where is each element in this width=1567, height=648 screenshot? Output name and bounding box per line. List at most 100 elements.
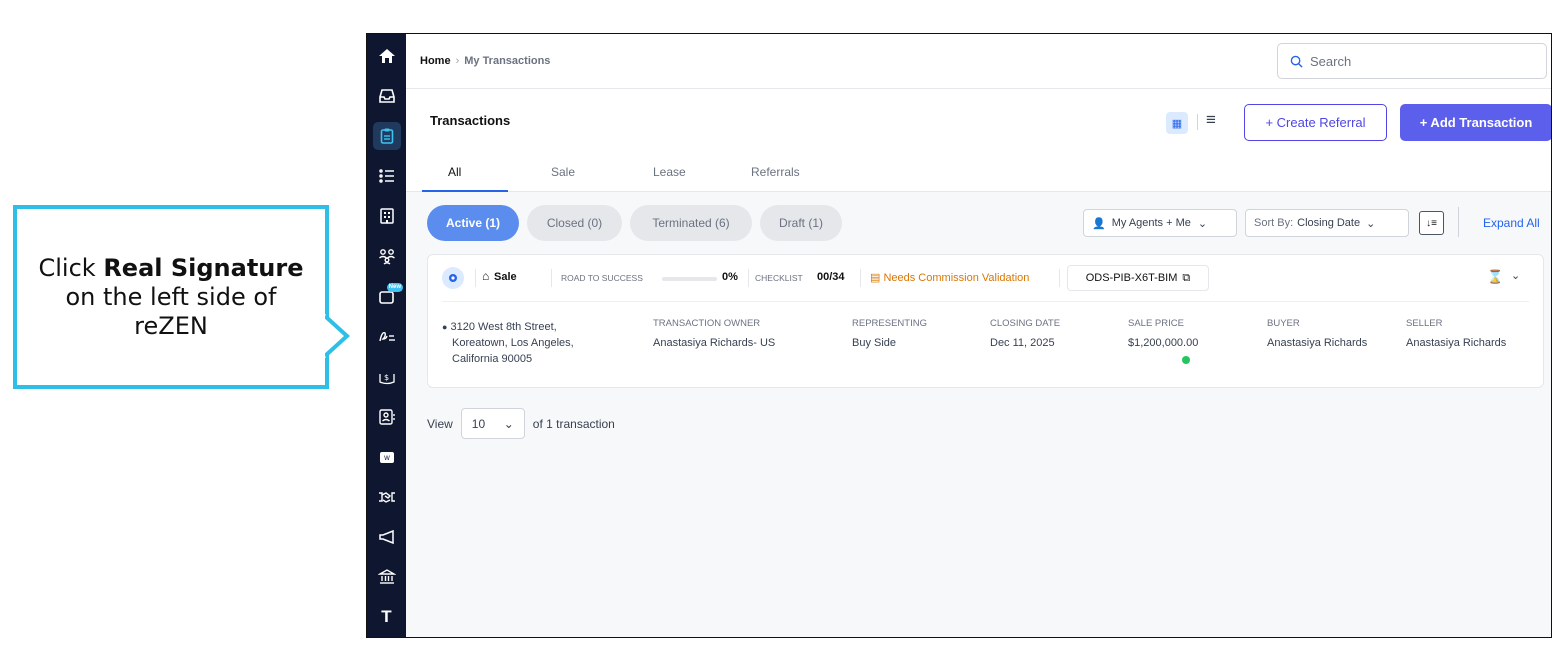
list-icon xyxy=(378,169,394,183)
callout-pre: Click xyxy=(38,253,104,282)
sidebar-item-offices[interactable] xyxy=(367,196,406,236)
sidebar-item-listings[interactable] xyxy=(367,156,406,196)
add-transaction-button[interactable]: + Add Transaction xyxy=(1400,104,1551,141)
sidebar-item-home[interactable] xyxy=(367,36,406,76)
callout-arrow-icon xyxy=(325,314,350,358)
representing-label: REPRESENTING xyxy=(852,318,927,329)
filter-divider xyxy=(1458,207,1459,237)
breadcrumb-current: My Transactions xyxy=(464,55,551,67)
header-divider xyxy=(551,269,552,287)
pagination: View 10 ⌄ of 1 transaction xyxy=(427,407,615,440)
header-row: Transactions ▦ ≡ + Create Referral + Add… xyxy=(406,104,1551,142)
signature-icon xyxy=(378,332,395,342)
sidebar: New $ W T xyxy=(367,34,406,637)
pill-closed[interactable]: Closed (0) xyxy=(527,205,622,241)
road-to-success-pct: 0% xyxy=(722,271,738,283)
road-to-success-bar xyxy=(662,277,717,281)
sidebar-item-deals[interactable] xyxy=(367,477,406,517)
sidebar-item-real-signature[interactable] xyxy=(367,316,406,356)
chevron-down-icon: ⌄ xyxy=(503,416,514,431)
chevron-down-icon: ⌄ xyxy=(1197,217,1208,230)
agents-filter-label: My Agents + Me xyxy=(1111,217,1191,229)
address-line-1: 3120 West 8th Street, xyxy=(450,321,557,333)
search-placeholder: Search xyxy=(1310,53,1352,69)
instruction-callout: Click Real Signature on the left side of… xyxy=(13,205,329,389)
address-line-3: California 90005 xyxy=(452,353,533,365)
page-title: Transactions xyxy=(430,113,511,128)
handshake-icon xyxy=(378,491,395,503)
breadcrumb-separator: › xyxy=(455,55,460,67)
copy-icon[interactable]: ⧉ xyxy=(1182,272,1190,285)
pager-summary: of 1 transaction xyxy=(532,416,615,431)
list-view-icon[interactable]: ≡ xyxy=(1206,110,1216,130)
owner-label: TRANSACTION OWNER xyxy=(653,318,761,329)
tab-referrals[interactable]: Referrals xyxy=(751,165,800,179)
sidebar-item-t[interactable]: T xyxy=(367,597,406,637)
t-icon: T xyxy=(381,606,392,626)
pill-active[interactable]: Active (1) xyxy=(427,205,519,241)
expand-all-link[interactable]: Expand All xyxy=(1483,216,1540,230)
svg-text:$: $ xyxy=(384,373,389,382)
app-window: New $ W T Home › My Transactions Search … xyxy=(366,33,1552,638)
main-area: Home › My Transactions Search Transactio… xyxy=(406,34,1551,637)
owner-value: Anastasiya Richards- US xyxy=(653,337,776,349)
checklist-label: CHECKLIST xyxy=(755,273,803,283)
transaction-code[interactable]: ODS-PIB-X6T-BIM ⧉ xyxy=(1067,265,1209,291)
wallet-icon: W xyxy=(379,451,394,463)
needs-validation-text: Needs Commission Validation xyxy=(883,272,1030,284)
header-divider xyxy=(475,269,476,287)
tab-lease[interactable]: Lease xyxy=(653,165,686,179)
create-referral-button[interactable]: + Create Referral xyxy=(1244,104,1387,141)
transaction-card[interactable]: ⌂ Sale ROAD TO SUCCESS 0% CHECKLIST 00/3… xyxy=(427,254,1544,388)
sale-price-value: $1,200,000.00 xyxy=(1128,337,1199,349)
closing-date-label: CLOSING DATE xyxy=(990,318,1061,329)
clipboard-icon xyxy=(380,128,393,144)
sort-prefix: Sort By: xyxy=(1254,217,1294,229)
page-size-select[interactable]: 10 ⌄ xyxy=(460,408,525,439)
chevron-down-icon[interactable]: ⌄ xyxy=(1511,269,1520,282)
sidebar-item-wallet[interactable]: W xyxy=(367,437,406,477)
content-area: Active (1) Closed (0) Terminated (6) Dra… xyxy=(406,192,1551,637)
new-badge: New xyxy=(386,283,403,293)
agents-filter[interactable]: 👤 My Agents + Me ⌄ xyxy=(1083,209,1237,237)
sidebar-item-inbox[interactable] xyxy=(367,76,406,116)
sort-direction-icon[interactable]: ↓≡ xyxy=(1419,211,1444,235)
sale-price-label: SALE PRICE xyxy=(1128,318,1184,329)
search-input[interactable]: Search xyxy=(1277,43,1547,79)
checklist-value[interactable]: 00/34 xyxy=(817,271,845,283)
pill-terminated[interactable]: Terminated (6) xyxy=(630,205,752,241)
topbar: Home › My Transactions Search xyxy=(406,34,1551,89)
sidebar-item-people[interactable] xyxy=(367,236,406,276)
sidebar-item-contacts[interactable] xyxy=(367,397,406,437)
person-icon: 👤 xyxy=(1092,217,1106,230)
sidebar-item-announcements[interactable] xyxy=(367,517,406,557)
header-divider xyxy=(860,269,861,287)
chevron-down-icon: ⌄ xyxy=(1366,217,1376,230)
sidebar-item-transactions[interactable] xyxy=(367,116,406,156)
bank-icon xyxy=(377,569,396,584)
sort-value: Closing Date xyxy=(1297,217,1361,229)
callout-bold: Real Signature xyxy=(103,253,304,282)
callout-post: on the left side of reZEN xyxy=(65,282,277,340)
people-icon xyxy=(378,249,395,265)
representing-value: Buy Side xyxy=(852,337,897,349)
grid-view-icon[interactable]: ▦ xyxy=(1166,112,1188,134)
seller-value: Anastasiya Richards xyxy=(1406,337,1507,349)
sidebar-item-money[interactable]: $ xyxy=(367,357,406,397)
tab-all[interactable]: All xyxy=(448,165,461,179)
pager-view-label: View xyxy=(427,416,453,431)
breadcrumb-home[interactable]: Home xyxy=(420,55,451,67)
sidebar-item-new-feature[interactable]: New xyxy=(367,276,406,316)
sidebar-item-bank[interactable] xyxy=(367,557,406,597)
eye-icon[interactable] xyxy=(442,267,464,289)
address-line-2: Koreatown, Los Angeles, xyxy=(452,337,574,349)
tabs: All Sale Lease Referrals xyxy=(406,157,1551,192)
card-divider xyxy=(442,301,1529,302)
needs-validation-link[interactable]: ▤ Needs Commission Validation xyxy=(870,271,1029,284)
pill-draft[interactable]: Draft (1) xyxy=(760,205,842,241)
view-toggle-divider xyxy=(1197,114,1198,130)
contact-card-icon xyxy=(378,408,395,425)
sort-select[interactable]: Sort By: Closing Date ⌄ xyxy=(1245,209,1409,237)
hand-money-icon: $ xyxy=(378,373,395,384)
tab-sale[interactable]: Sale xyxy=(551,165,575,179)
